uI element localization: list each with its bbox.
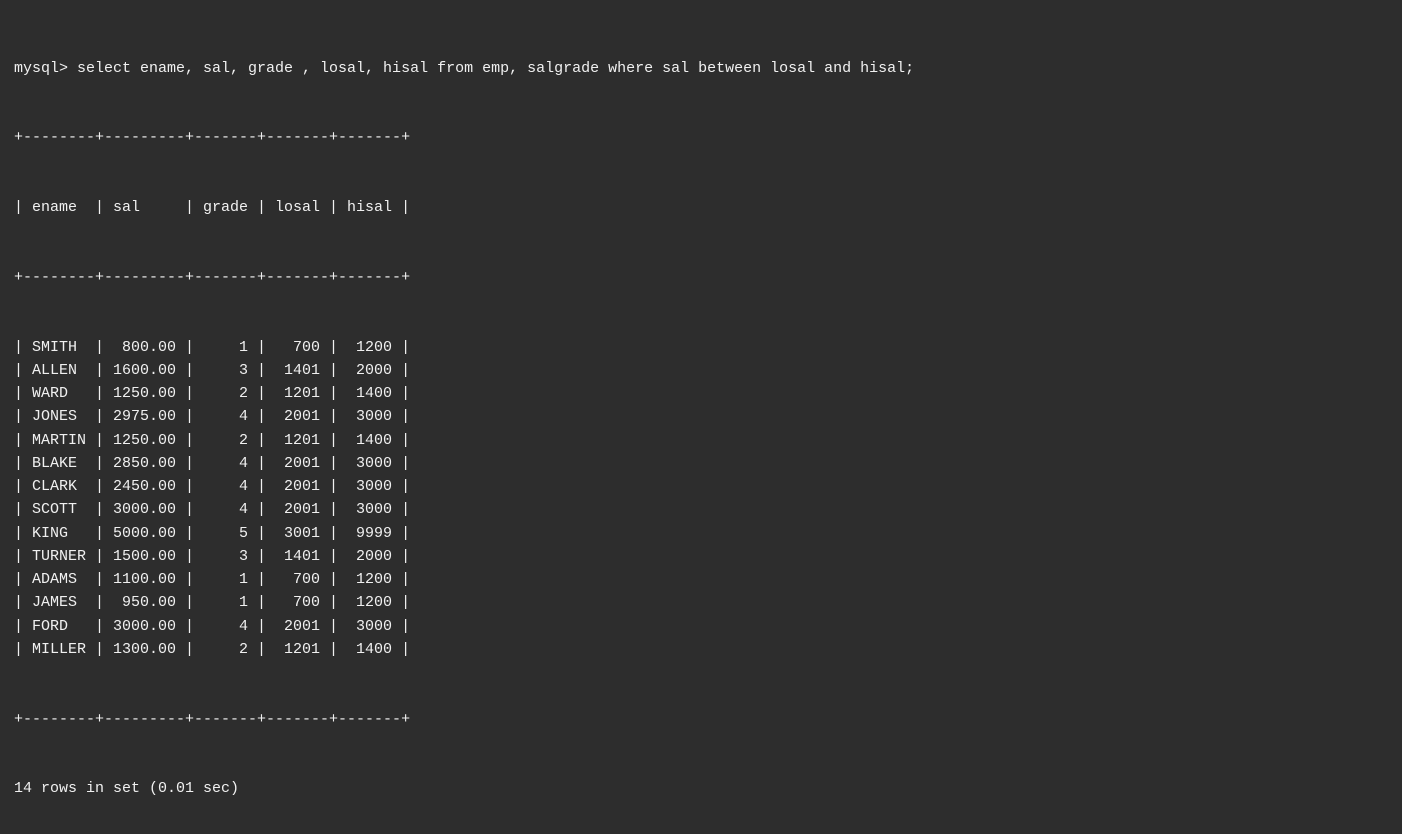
table-row: | SMITH | 800.00 | 1 | 700 | 1200 | xyxy=(14,336,1388,359)
table-row: | SCOTT | 3000.00 | 4 | 2001 | 3000 | xyxy=(14,498,1388,521)
table-row: | MILLER | 1300.00 | 2 | 1201 | 1400 | xyxy=(14,638,1388,661)
table-header: | ename | sal | grade | losal | hisal | xyxy=(14,196,1388,219)
table-row: | JONES | 2975.00 | 4 | 2001 | 3000 | xyxy=(14,405,1388,428)
table-row: | TURNER | 1500.00 | 3 | 1401 | 2000 | xyxy=(14,545,1388,568)
separator-bottom: +--------+---------+-------+-------+----… xyxy=(14,708,1388,731)
table-row: | KING | 5000.00 | 5 | 3001 | 9999 | xyxy=(14,522,1388,545)
table-rows: | SMITH | 800.00 | 1 | 700 | 1200 || ALL… xyxy=(14,336,1388,662)
result-footer: 14 rows in set (0.01 sec) xyxy=(14,777,1388,800)
table-row: | FORD | 3000.00 | 4 | 2001 | 3000 | xyxy=(14,615,1388,638)
sql-prompt: mysql> select ename, sal, grade , losal,… xyxy=(14,57,1388,80)
table-row: | WARD | 1250.00 | 2 | 1201 | 1400 | xyxy=(14,382,1388,405)
table-row: | BLAKE | 2850.00 | 4 | 2001 | 3000 | xyxy=(14,452,1388,475)
table-row: | JAMES | 950.00 | 1 | 700 | 1200 | xyxy=(14,591,1388,614)
terminal-output: mysql> select ename, sal, grade , losal,… xyxy=(14,10,1388,824)
separator-mid: +--------+---------+-------+-------+----… xyxy=(14,266,1388,289)
table-row: | ALLEN | 1600.00 | 3 | 1401 | 2000 | xyxy=(14,359,1388,382)
table-row: | MARTIN | 1250.00 | 2 | 1201 | 1400 | xyxy=(14,429,1388,452)
table-row: | CLARK | 2450.00 | 4 | 2001 | 3000 | xyxy=(14,475,1388,498)
separator-top: +--------+---------+-------+-------+----… xyxy=(14,126,1388,149)
table-row: | ADAMS | 1100.00 | 1 | 700 | 1200 | xyxy=(14,568,1388,591)
